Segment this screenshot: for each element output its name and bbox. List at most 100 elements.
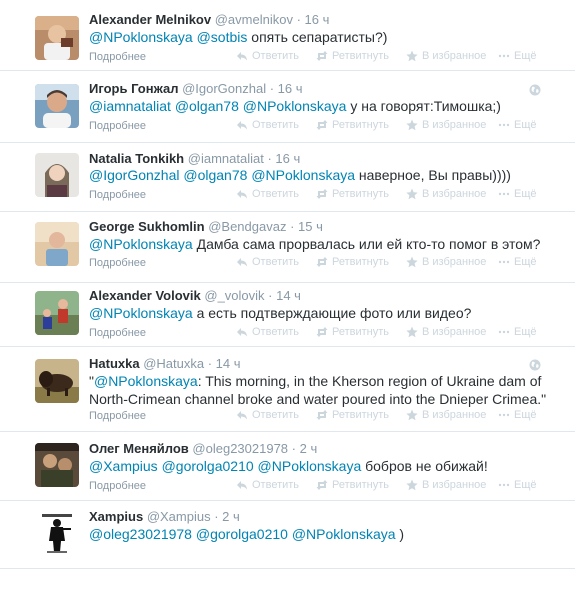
mention-link[interactable]: @NPoklonskaya [243, 98, 347, 114]
timestamp-link[interactable]: 14 ч [276, 288, 301, 303]
fullname-link[interactable]: George Sukhomlin [89, 219, 205, 234]
details-link[interactable]: Подробнее [89, 327, 146, 340]
bison-avatar-icon[interactable] [35, 359, 79, 403]
avatar-photo-icon[interactable] [35, 153, 79, 197]
reply-action[interactable]: Ответить [236, 118, 299, 132]
mention-link[interactable]: @oleg23021978 [89, 526, 192, 542]
reply-action[interactable]: Ответить [236, 478, 299, 492]
retweet-label: Ретвитнуть [332, 409, 390, 421]
username-link[interactable]: @_volovik [204, 288, 264, 303]
avatar-photo-icon[interactable] [35, 222, 79, 266]
retweet-label: Ретвитнуть [332, 479, 390, 491]
more-action[interactable]: Ещё [498, 255, 537, 269]
timestamp-link[interactable]: 16 ч [278, 81, 303, 96]
mention-link[interactable]: @NPoklonskaya [292, 526, 396, 542]
tweet-item[interactable]: Alexander Melnikov @avmelnikov · 16 ч @NP… [0, 0, 575, 71]
mention-link[interactable]: @iamnataliat [89, 98, 171, 114]
retweet-action[interactable]: Ретвитнуть [316, 49, 389, 63]
tweet-item[interactable]: Олег Меняйлов @oleg23021978 · 2 ч @Xampiu… [0, 432, 575, 501]
retweet-action[interactable]: Ретвитнуть [316, 408, 389, 422]
mention-link[interactable]: @NPoklonskaya [89, 236, 193, 252]
globe-icon[interactable] [529, 83, 541, 96]
fullname-link[interactable]: Natalia Tonkikh [89, 151, 184, 166]
mention-link[interactable]: @Xampius [89, 458, 158, 474]
tweet-item[interactable]: Игорь Гонжал @IgorGonzhal · 16 ч @iamnata… [0, 71, 575, 143]
details-link[interactable]: Подробнее [89, 410, 146, 423]
more-action[interactable]: Ещё [498, 325, 537, 339]
details-link[interactable]: Подробнее [89, 480, 146, 493]
favorite-action[interactable]: В избранное [406, 118, 486, 132]
mention-link[interactable]: @NPoklonskaya [94, 373, 198, 389]
fullname-link[interactable]: Alexander Volovik [89, 288, 201, 303]
username-link[interactable]: @Hatuxka [143, 356, 204, 371]
details-link[interactable]: Подробнее [89, 51, 146, 64]
star-icon [406, 188, 418, 200]
reply-action[interactable]: Ответить [236, 49, 299, 63]
username-link[interactable]: @iamnataliat [188, 151, 264, 166]
mention-link[interactable]: @olgan78 [183, 167, 247, 183]
fullname-link[interactable]: Олег Меняйлов [89, 441, 189, 456]
avatar-photo-icon[interactable] [35, 16, 79, 60]
tweet-item[interactable]: Xampius @Xampius · 2 ч @oleg23021978 @gor… [0, 501, 575, 569]
favorite-action[interactable]: В избранное [406, 408, 486, 422]
favorite-action[interactable]: В избранное [406, 187, 486, 201]
more-action[interactable]: Ещё [498, 118, 537, 132]
avatar-photo-icon[interactable] [35, 291, 79, 335]
timestamp-link[interactable]: 15 ч [298, 219, 323, 234]
fullname-link[interactable]: Игорь Гонжал [89, 81, 178, 96]
soldier-avatar-icon[interactable] [35, 511, 79, 555]
retweet-action[interactable]: Ретвитнуть [316, 187, 389, 201]
mention-link[interactable]: @NPoklonskaya [89, 29, 193, 45]
details-link[interactable]: Подробнее [89, 257, 146, 270]
timestamp-link[interactable]: 14 ч [216, 356, 241, 371]
retweet-action[interactable]: Ретвитнуть [316, 478, 389, 492]
more-action[interactable]: Ещё [498, 49, 537, 63]
reply-action[interactable]: Ответить [236, 255, 299, 269]
retweet-label: Ретвитнуть [332, 188, 390, 200]
mention-link[interactable]: @NPoklonskaya [89, 305, 193, 321]
more-dots-icon [498, 192, 510, 196]
username-link[interactable]: @avmelnikov [215, 12, 293, 27]
more-action[interactable]: Ещё [498, 478, 537, 492]
mention-link[interactable]: @sotbis [197, 29, 248, 45]
details-link[interactable]: Подробнее [89, 189, 146, 202]
tweet-item[interactable]: George Sukhomlin @Bendgavaz · 15 ч @NPokl… [0, 212, 575, 283]
more-action[interactable]: Ещё [498, 187, 537, 201]
favorite-action[interactable]: В избранное [406, 49, 486, 63]
avatar-photo-icon[interactable] [35, 443, 79, 487]
mention-link[interactable]: @gorolga0210 [196, 526, 288, 542]
tweet-item[interactable]: Hatuxka @Hatuxka · 14 ч "@NPoklonskaya: T… [0, 347, 575, 432]
mention-link[interactable]: @gorolga0210 [162, 458, 254, 474]
timestamp-link[interactable]: 2 ч [300, 441, 318, 456]
timestamp-link[interactable]: 2 ч [222, 509, 240, 524]
timestamp-link[interactable]: 16 ч [305, 12, 330, 27]
username-link[interactable]: @oleg23021978 [192, 441, 288, 456]
more-action[interactable]: Ещё [498, 408, 537, 422]
fullname-link[interactable]: Xampius [89, 509, 143, 524]
details-link[interactable]: Подробнее [89, 120, 146, 133]
retweet-action[interactable]: Ретвитнуть [316, 118, 389, 132]
retweet-action[interactable]: Ретвитнуть [316, 325, 389, 339]
reply-action[interactable]: Ответить [236, 187, 299, 201]
globe-icon[interactable] [529, 358, 541, 371]
tweet-item[interactable]: Alexander Volovik @_volovik · 14 ч @NPokl… [0, 283, 575, 347]
mention-link[interactable]: @NPoklonskaya [258, 458, 362, 474]
favorite-action[interactable]: В избранное [406, 478, 486, 492]
favorite-action[interactable]: В избранное [406, 325, 486, 339]
tweet-item[interactable]: Natalia Tonkikh @iamnataliat · 16 ч @Igor… [0, 143, 575, 212]
fullname-link[interactable]: Alexander Melnikov [89, 12, 211, 27]
mention-link[interactable]: @olgan78 [175, 98, 239, 114]
favorite-action[interactable]: В избранное [406, 255, 486, 269]
retweet-action[interactable]: Ретвитнуть [316, 255, 389, 269]
fullname-link[interactable]: Hatuxka [89, 356, 140, 371]
username-link[interactable]: @Bendgavaz [208, 219, 286, 234]
reply-action[interactable]: Ответить [236, 408, 299, 422]
avatar-photo-icon[interactable] [35, 84, 79, 128]
mention-link[interactable]: @IgorGonzhal [89, 167, 179, 183]
timestamp-link[interactable]: 16 ч [275, 151, 300, 166]
reply-action[interactable]: Ответить [236, 325, 299, 339]
username-link[interactable]: @IgorGonzhal [182, 81, 266, 96]
username-link[interactable]: @Xampius [147, 509, 211, 524]
more-dots-icon [498, 123, 510, 127]
mention-link[interactable]: @NPoklonskaya [251, 167, 355, 183]
